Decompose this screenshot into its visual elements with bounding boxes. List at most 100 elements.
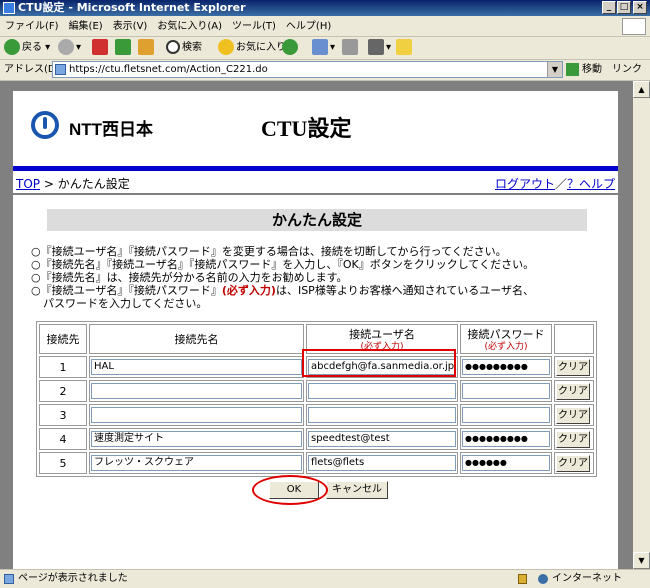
- menu-file[interactable]: ファイル(F): [0, 17, 64, 36]
- section-title: かんたん設定: [47, 209, 587, 231]
- header-divider: [13, 166, 618, 171]
- menu-help[interactable]: ヘルプ(H): [281, 17, 336, 36]
- scroll-down-icon[interactable]: ▼: [633, 552, 650, 569]
- password-input[interactable]: [462, 407, 550, 423]
- connection-name-input[interactable]: 速度測定サイト: [91, 431, 302, 447]
- vertical-scrollbar[interactable]: ▲ ▼: [633, 81, 650, 569]
- favorites-button[interactable]: お気に入り: [218, 39, 286, 57]
- search-icon: [166, 40, 180, 54]
- breadcrumb-top-link[interactable]: TOP: [16, 177, 40, 191]
- menu-bar: ファイル(F) 編集(E) 表示(V) お気に入り(A) ツール(T) ヘルプ(H): [0, 17, 650, 37]
- connection-name-input[interactable]: [91, 383, 302, 399]
- table-row: 5 フレッツ・スクウェア flets@flets ●●●●●● クリア: [39, 452, 594, 474]
- user-name-input[interactable]: flets@flets: [308, 455, 456, 471]
- nav-separator: ／: [554, 177, 567, 191]
- note-line: ○『接続ユーザ名』『接続パスワード』(必ず入力)は、ISP様等よりお客様へ通知さ…: [31, 284, 535, 297]
- clear-button[interactable]: クリア: [556, 358, 590, 376]
- required-note: (必ず入力): [221, 284, 276, 297]
- edit-button[interactable]: ▾: [368, 39, 391, 57]
- note-line: ○『接続先名』は、接続先が分かる名前の入力をお勧めします。: [31, 271, 348, 284]
- connection-table: 接続先 接続先名 接続ユーザ名 (必ず入力) 接続パスワード (必ず入力) 1 HA…: [36, 321, 597, 477]
- password-input[interactable]: ●●●●●●●●●: [462, 359, 550, 375]
- address-bar: アドレス(D) https://ctu.fletsnet.com/Action_…: [0, 60, 650, 81]
- forward-button[interactable]: ▾: [58, 39, 81, 57]
- stop-icon: [92, 39, 108, 55]
- home-button[interactable]: [138, 39, 156, 57]
- user-name-input[interactable]: [308, 383, 456, 399]
- content-area: NTT西日本 CTU設定 TOP > かんたん設定 ログアウト／？ヘルプ かんた…: [0, 81, 633, 569]
- menu-edit[interactable]: 編集(E): [64, 17, 108, 36]
- search-button[interactable]: 検索: [166, 39, 202, 57]
- minimize-button[interactable]: _: [602, 1, 616, 14]
- user-name-input[interactable]: [308, 407, 456, 423]
- clear-button[interactable]: クリア: [556, 430, 590, 448]
- history-button[interactable]: [282, 39, 300, 57]
- stop-button[interactable]: [92, 39, 110, 57]
- toolbar: 戻る ▾ ▾ 検索 お気に入り ▾ ▾: [0, 37, 650, 60]
- star-icon: [218, 39, 234, 55]
- header-clear: [554, 324, 594, 354]
- links-button[interactable]: リンク: [612, 61, 642, 78]
- folder-icon: [396, 39, 412, 55]
- clear-button[interactable]: クリア: [556, 382, 590, 400]
- close-button[interactable]: ×: [633, 1, 647, 14]
- note-line: ○『接続ユーザ名』『接続パスワード』を変更する場合は、接続を切断してから行ってく…: [31, 245, 507, 258]
- back-button[interactable]: 戻る ▾: [4, 39, 50, 57]
- breadcrumb: TOP > かんたん設定: [16, 175, 130, 192]
- cancel-button[interactable]: キャンセル: [326, 481, 388, 499]
- header-connection-name: 接続先名: [89, 324, 304, 354]
- required-label: (必ず入力): [484, 342, 528, 352]
- breadcrumb-separator: >: [40, 177, 58, 191]
- edit-icon: [368, 39, 384, 55]
- page-status-icon: [4, 574, 14, 584]
- password-input[interactable]: [462, 383, 550, 399]
- ok-highlight: [252, 475, 328, 505]
- header-connection-no: 接続先: [39, 324, 87, 354]
- user-name-input[interactable]: speedtest@test: [308, 431, 456, 447]
- connection-name-input[interactable]: フレッツ・スクウェア: [91, 455, 302, 471]
- scroll-up-icon[interactable]: ▲: [633, 81, 650, 98]
- go-button[interactable]: 移動: [566, 61, 602, 78]
- status-text: ページが表示されました: [18, 573, 128, 584]
- clear-button[interactable]: クリア: [556, 406, 590, 424]
- mail-button[interactable]: ▾: [312, 39, 335, 57]
- refresh-icon: [115, 39, 131, 55]
- windows-logo-icon: [622, 18, 646, 35]
- ie-icon: [3, 2, 15, 14]
- table-row: 3 クリア: [39, 404, 594, 426]
- row-number: 1: [39, 356, 87, 378]
- refresh-button[interactable]: [115, 39, 133, 57]
- web-page: NTT西日本 CTU設定 TOP > かんたん設定 ログアウト／？ヘルプ かんた…: [13, 91, 618, 569]
- page-icon: [55, 64, 66, 75]
- password-input[interactable]: ●●●●●●: [462, 455, 550, 471]
- menu-tools[interactable]: ツール(T): [227, 17, 281, 36]
- connection-name-input[interactable]: [91, 407, 302, 423]
- connection-name-input[interactable]: HAL: [91, 359, 302, 375]
- page-nav: ログアウト／？ヘルプ: [495, 175, 615, 192]
- row-number: 2: [39, 380, 87, 402]
- printer-icon: [342, 39, 358, 55]
- address-input[interactable]: https://ctu.fletsnet.com/Action_C221.do …: [52, 61, 563, 78]
- back-arrow-icon: [4, 39, 20, 55]
- window-title: CTU設定 - Microsoft Internet Explorer: [18, 1, 246, 14]
- clear-button[interactable]: クリア: [556, 454, 590, 472]
- breadcrumb-divider: [13, 193, 618, 195]
- history-icon: [282, 39, 298, 55]
- ntt-logo-icon: [31, 111, 59, 139]
- logout-link[interactable]: ログアウト: [495, 177, 555, 191]
- menu-view[interactable]: 表示(V): [108, 17, 153, 36]
- lock-icon: [518, 574, 527, 584]
- logo-text: NTT西日本: [69, 120, 154, 139]
- menu-favorites[interactable]: お気に入り(A): [152, 17, 227, 36]
- help-link[interactable]: ？ヘルプ: [567, 177, 615, 191]
- go-arrow-icon: [566, 62, 579, 76]
- zone-text: インターネット: [552, 573, 622, 584]
- password-input[interactable]: ●●●●●●●●●: [462, 431, 550, 447]
- maximize-button[interactable]: □: [617, 1, 631, 14]
- row-number: 4: [39, 428, 87, 450]
- table-row: 2 クリア: [39, 380, 594, 402]
- address-url: https://ctu.fletsnet.com/Action_C221.do: [69, 64, 268, 75]
- address-dropdown-icon[interactable]: ▼: [547, 62, 562, 77]
- print-button[interactable]: [342, 39, 360, 57]
- discuss-button[interactable]: [396, 39, 414, 57]
